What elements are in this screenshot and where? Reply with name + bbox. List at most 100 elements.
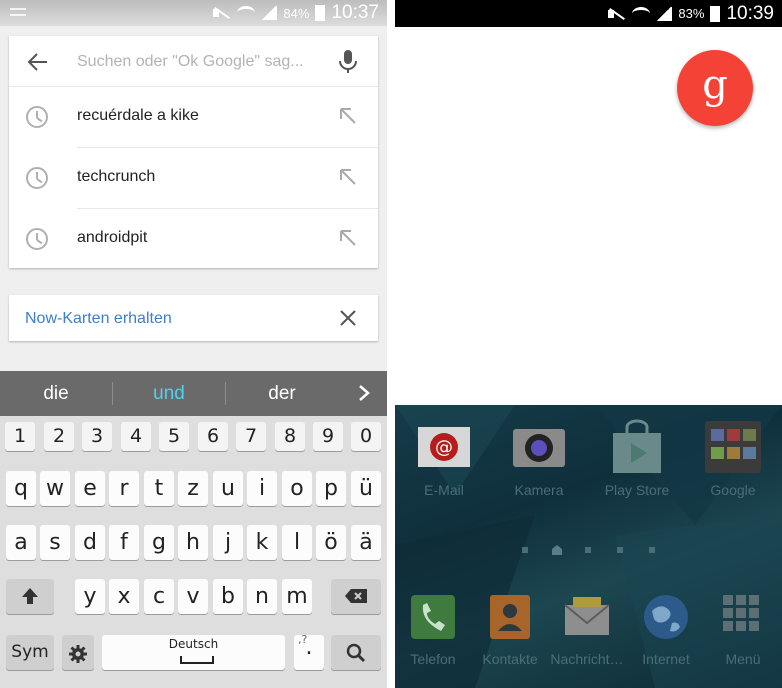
key-9[interactable]: 9 — [313, 422, 343, 451]
battery-percent: 84% — [283, 5, 310, 21]
key-6[interactable]: 6 — [198, 422, 228, 451]
close-icon[interactable] — [338, 308, 358, 328]
app-email[interactable]: @ — [414, 417, 474, 477]
history-clock-icon — [26, 228, 48, 250]
prediction-word[interactable]: die — [0, 371, 112, 416]
history-clock-icon — [26, 167, 48, 189]
key-h[interactable]: h — [178, 525, 208, 560]
key-0[interactable]: 0 — [351, 422, 381, 451]
settings-key[interactable] — [62, 635, 94, 670]
key-w[interactable]: w — [40, 471, 70, 506]
screenshot-composite: 84% 10:37 recuérdale a kike — [0, 0, 782, 688]
search-key[interactable] — [331, 635, 381, 670]
app-google-folder[interactable] — [703, 415, 763, 475]
key-y[interactable]: y — [75, 579, 105, 614]
app-camera[interactable] — [509, 417, 569, 477]
key-o[interactable]: o — [282, 471, 312, 506]
history-item[interactable]: androidpit — [9, 209, 378, 270]
key-3[interactable]: 3 — [82, 422, 112, 451]
shift-icon — [22, 588, 38, 604]
notification-icon — [10, 8, 26, 16]
dock-label: Menü — [725, 651, 761, 667]
internet-globe-icon — [644, 595, 688, 639]
dock-label: Internet — [642, 651, 690, 667]
back-arrow-icon[interactable] — [27, 51, 49, 73]
key-m[interactable]: m — [282, 579, 312, 614]
page-dot — [522, 547, 528, 553]
period-key[interactable]: ,? . — [294, 633, 324, 670]
key-x[interactable]: x — [109, 579, 139, 614]
dock-menu[interactable] — [719, 591, 771, 643]
key-n[interactable]: n — [247, 579, 277, 614]
now-cards-prompt[interactable]: Now-Karten erhalten — [9, 295, 378, 341]
fill-query-arrow-icon[interactable] — [339, 107, 357, 125]
key-2[interactable]: 2 — [44, 422, 74, 451]
wifi-icon — [237, 6, 256, 20]
space-bar[interactable]: Deutsch — [102, 635, 285, 670]
fill-query-arrow-icon[interactable] — [339, 229, 357, 247]
key-k[interactable]: k — [247, 525, 277, 560]
chevron-right-icon[interactable] — [355, 384, 373, 402]
shift-key[interactable] — [6, 579, 54, 614]
key-d[interactable]: d — [75, 525, 105, 560]
now-cards-label: Now-Karten erhalten — [25, 310, 172, 327]
key-l[interactable]: l — [282, 525, 312, 560]
page-dot — [585, 547, 591, 553]
dock-messages[interactable] — [561, 591, 613, 643]
key-ae[interactable]: ä — [351, 525, 381, 560]
dock-label: Telefon — [410, 651, 456, 667]
key-p[interactable]: p — [316, 471, 346, 506]
home-page-icon — [552, 545, 562, 555]
prediction-word[interactable]: der — [226, 371, 338, 416]
key-g[interactable]: g — [144, 525, 174, 560]
history-item-label: androidpit — [77, 229, 148, 246]
key-oe[interactable]: ö — [316, 525, 346, 560]
fill-query-arrow-icon[interactable] — [339, 168, 357, 186]
email-app-icon: @ — [418, 427, 470, 467]
key-ue[interactable]: ü — [351, 471, 381, 506]
key-5[interactable]: 5 — [159, 422, 189, 451]
dock-phone[interactable] — [407, 591, 459, 643]
google-folder-icon — [705, 421, 761, 473]
key-f[interactable]: f — [109, 525, 139, 560]
microphone-icon[interactable] — [337, 49, 359, 75]
wifi-icon — [632, 6, 651, 21]
search-icon — [346, 643, 366, 663]
key-i[interactable]: i — [247, 471, 277, 506]
history-item[interactable]: recuérdale a kike — [9, 87, 378, 148]
backspace-key[interactable] — [331, 579, 381, 614]
dock-contacts[interactable] — [484, 591, 536, 643]
key-s[interactable]: s — [40, 525, 70, 560]
dock-internet[interactable] — [640, 591, 692, 643]
key-7[interactable]: 7 — [236, 422, 266, 451]
key-4[interactable]: 4 — [121, 422, 151, 451]
gear-icon — [69, 645, 87, 663]
key-q[interactable]: q — [6, 471, 36, 506]
prediction-bar: die und der — [0, 371, 387, 416]
prediction-word-highlighted[interactable]: und — [113, 371, 225, 416]
key-t[interactable]: t — [144, 471, 174, 506]
key-r[interactable]: r — [109, 471, 139, 506]
search-input[interactable] — [77, 50, 317, 74]
messages-app-icon — [564, 597, 610, 635]
key-8[interactable]: 8 — [275, 422, 305, 451]
key-a[interactable]: a — [6, 525, 36, 560]
app-play-store[interactable] — [607, 417, 667, 477]
right-screen: 83% 10:39 g @ E-Mail Kamera Play Store G… — [395, 0, 782, 688]
status-bar: 84% 10:37 — [0, 0, 387, 26]
search-suggestions-card: recuérdale a kike techcrunch androidpit — [9, 36, 378, 268]
key-e[interactable]: e — [75, 471, 105, 506]
key-v[interactable]: v — [178, 579, 208, 614]
key-j[interactable]: j — [213, 525, 243, 560]
google-voice-button[interactable]: g — [677, 50, 753, 126]
key-b[interactable]: b — [213, 579, 243, 614]
key-u[interactable]: u — [213, 471, 243, 506]
key-c[interactable]: c — [144, 579, 174, 614]
history-item[interactable]: techcrunch — [9, 148, 378, 209]
key-1[interactable]: 1 — [5, 422, 35, 451]
sym-key[interactable]: Sym — [6, 635, 54, 670]
app-label: Play Store — [604, 482, 670, 498]
app-label: Kamera — [514, 482, 564, 498]
key-z[interactable]: z — [178, 471, 208, 506]
history-clock-icon — [26, 106, 48, 128]
